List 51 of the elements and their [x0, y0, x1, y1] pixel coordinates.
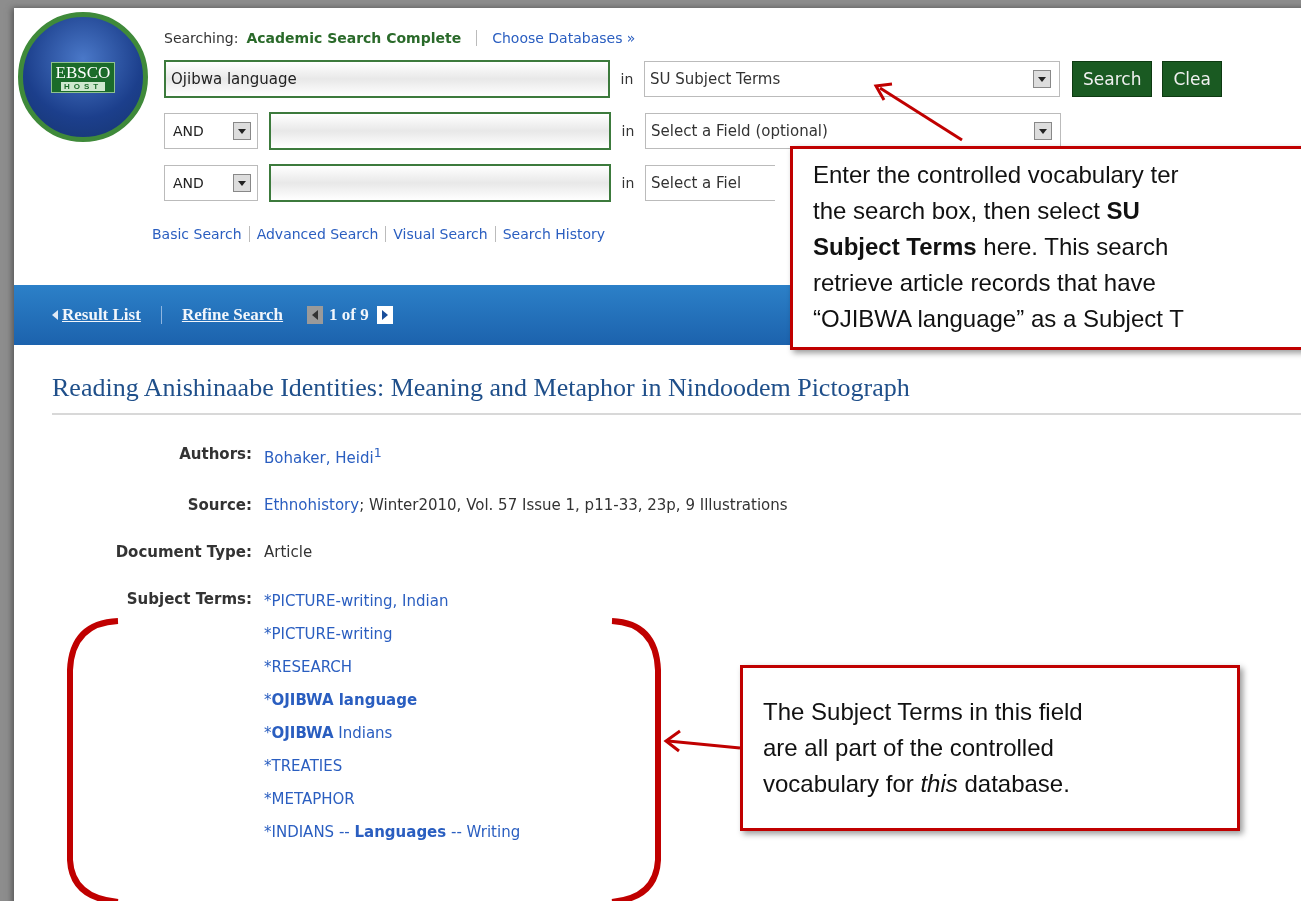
field-label: Subject Terms:: [125, 590, 253, 608]
search-button[interactable]: Clea: [1162, 61, 1222, 97]
in-label: in: [620, 175, 636, 191]
article-title: Reading Anishinaabe Identities: Meaning and Metaphor in Nindoodem Pictograph: [52, 373, 1301, 415]
journal-link[interactable]: Ethnohistory: [264, 496, 360, 514]
subject-term-link[interactable]: *OJIBWA language: [264, 689, 521, 711]
next-icon[interactable]: [376, 306, 393, 324]
logo-subtext: HOST: [60, 81, 106, 91]
subject-term-link[interactable]: *PICTURE-writing: [264, 623, 521, 645]
search-input[interactable]: [269, 164, 611, 202]
field-value: Article: [264, 543, 313, 561]
field-label: Source:: [186, 496, 253, 514]
page-position: 1 of 9: [329, 305, 369, 325]
caret-icon: [1033, 70, 1051, 88]
nav-link[interactable]: Visual Search: [393, 226, 488, 242]
in-label: in: [620, 123, 636, 139]
subject-term-link[interactable]: *TREATIES: [264, 755, 521, 777]
logo-text: EBSCO: [55, 63, 111, 82]
author-link[interactable]: Bohaker, Heidi$^{1}$: [264, 449, 382, 467]
callout-text: Enter the controlled vocabulary ter the search box, then select SU Subject Terms here. This search retrieve article records that have “OJIBWA language” as a Subject T: [812, 160, 1185, 334]
operator-select[interactable]: AND: [164, 113, 258, 149]
field-label: Document Type:: [114, 543, 253, 561]
subject-term-link[interactable]: *RESEARCH: [264, 656, 521, 678]
searching-label: Searching:: [164, 30, 239, 46]
caret-icon: [233, 174, 251, 192]
in-label: in: [619, 71, 635, 87]
refine-search-link[interactable]: Refine Search: [181, 305, 284, 325]
subject-term-link[interactable]: *INDIANS -- Languages -- Writing: [264, 821, 521, 843]
callout-text: The Subject Terms in this field are all part of the controlled vocabulary for this database.: [762, 697, 1084, 799]
nav-link[interactable]: Basic Search: [152, 226, 242, 242]
caret-icon: [233, 122, 251, 140]
operator-select[interactable]: AND: [164, 165, 258, 201]
search-button[interactable]: Search: [1072, 61, 1153, 97]
subject-term-link[interactable]: *OJIBWA Indians: [264, 722, 521, 744]
left-caret-icon: [52, 310, 58, 320]
caret-icon: [1034, 122, 1052, 140]
field-select[interactable]: Select a Fiel: [645, 165, 775, 201]
result-list-link[interactable]: Result List: [62, 305, 141, 325]
search-input[interactable]: [269, 112, 611, 150]
search-input[interactable]: Ojibwa language: [164, 60, 610, 98]
subject-term-link[interactable]: *METAPHOR: [264, 788, 521, 810]
field-label: Authors:: [178, 445, 253, 463]
logo-badge[interactable]: EBSCO HOST: [18, 12, 148, 142]
field-select[interactable]: SU Subject Terms: [644, 61, 1060, 97]
choose-databases-link[interactable]: Choose Databases »: [492, 30, 636, 46]
source-text: Ethnohistory; Winter2010, Vol. 57 Issue 1, p11-33, 23p, 9 Illustrations: [264, 496, 788, 514]
nav-link[interactable]: Search History: [502, 226, 606, 242]
previous-icon[interactable]: [307, 306, 324, 324]
nav-link[interactable]: Advanced Search: [256, 226, 379, 242]
subject-term-link[interactable]: *PICTURE-writing, Indian: [264, 590, 521, 612]
database-name: Academic Search Complete: [246, 30, 462, 46]
